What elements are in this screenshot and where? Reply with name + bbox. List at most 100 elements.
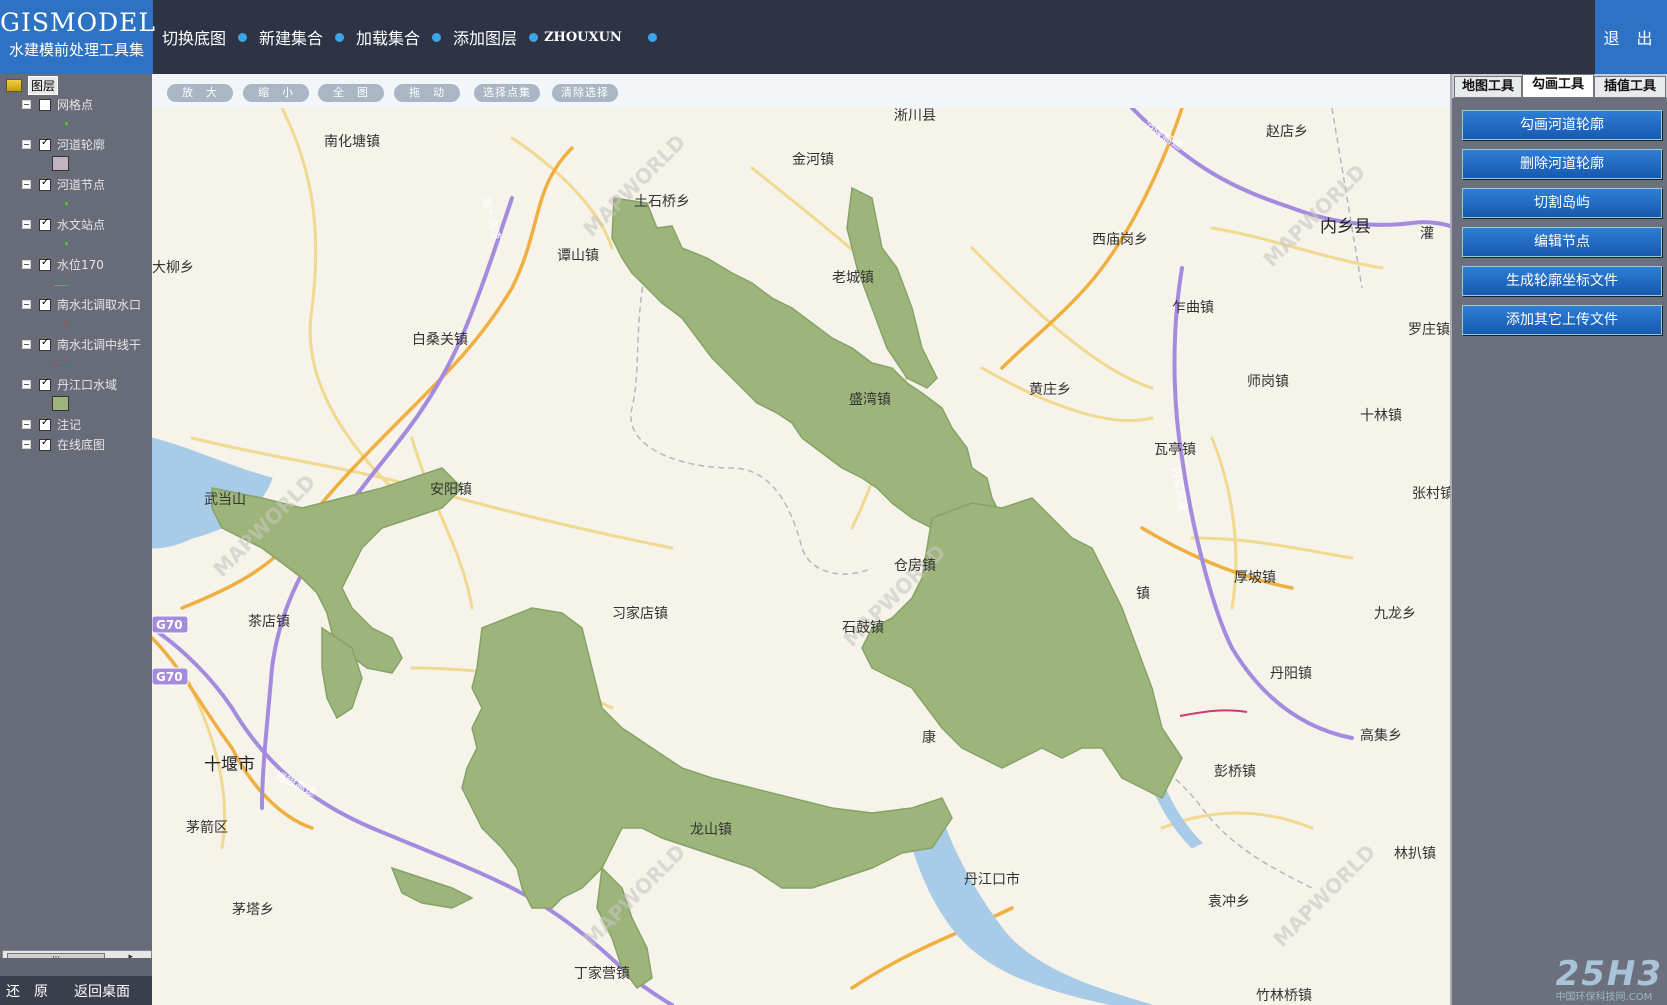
place-label: 彭桥镇 <box>1214 764 1256 780</box>
return-desktop-button[interactable]: 返回桌面 <box>74 981 130 1001</box>
layer-checkbox[interactable] <box>39 257 51 271</box>
full-extent-button[interactable]: 全 图 <box>318 84 384 102</box>
layer-item-canal-line: − 南水北调中线干 <box>22 336 141 353</box>
new-collection-button[interactable]: 新建集合 <box>259 25 323 49</box>
tab-drawing-tools[interactable]: 勾画工具 <box>1522 74 1594 98</box>
place-label: 南化塘镇 <box>324 134 380 150</box>
layer-panel: 图层 − 网格点 − 河道轮廓 − 河道节点 − 水文站点 − 水位170 − … <box>0 74 152 958</box>
clear-selection-button[interactable]: 清除选择 <box>552 84 618 102</box>
nav-separator-dot <box>529 32 539 42</box>
point-symbol-icon <box>65 122 68 125</box>
collapse-icon[interactable]: − <box>22 300 31 309</box>
layer-tree-root-label: 图层 <box>28 76 59 95</box>
place-label: 茶店镇 <box>248 614 290 630</box>
place-label: 赵店乡 <box>1266 124 1308 140</box>
select-points-button[interactable]: 选择点集 <box>474 84 540 102</box>
road-label: 福银高速 <box>273 768 319 799</box>
collapse-icon[interactable]: − <box>22 420 31 429</box>
layer-panel-scrollbar[interactable]: ||| ▸ <box>2 950 152 958</box>
layer-checkbox[interactable] <box>39 137 51 151</box>
layer-checkbox[interactable] <box>39 377 51 391</box>
collapse-icon[interactable]: − <box>22 380 31 389</box>
layer-checkbox[interactable] <box>39 217 51 231</box>
collapse-icon[interactable]: − <box>22 440 31 449</box>
place-label: 茅塔乡 <box>232 902 274 918</box>
place-label: 罗庄镇 <box>1408 321 1450 338</box>
line-symbol-icon <box>54 285 68 286</box>
user-name[interactable]: ZHOUXUN <box>544 30 622 45</box>
layer-tree-root[interactable]: 图层 <box>6 76 59 95</box>
layer-item-online-basemap: − 在线底图 <box>22 436 105 453</box>
switch-basemap-button[interactable]: 切换底图 <box>162 25 226 49</box>
layer-label: 注记 <box>57 418 82 432</box>
layer-label: 河道节点 <box>57 178 106 192</box>
layer-checkbox[interactable] <box>39 177 51 191</box>
restore-button[interactable]: 还 原 <box>6 981 48 1001</box>
layer-label: 水位170 <box>57 258 104 272</box>
zoom-in-button[interactable]: 放 大 <box>167 84 233 102</box>
basemap-canvas[interactable]: MAPWORLD MAPWORLD MAPWORLD MAPWORLD MAPW… <box>152 108 1450 1005</box>
layer-label: 网格点 <box>57 98 94 112</box>
place-label: 师岗镇 <box>1247 374 1289 390</box>
edit-nodes-button[interactable]: 编辑节点 <box>1462 227 1662 257</box>
place-label: 十堰市 <box>204 755 255 775</box>
layer-checkbox[interactable] <box>39 417 51 431</box>
canal-line <box>1179 709 1248 717</box>
zoom-out-button[interactable]: 缩 小 <box>243 84 309 102</box>
place-label: 康 <box>922 729 936 746</box>
layer-item-hydro-stations: − 水文站点 <box>22 216 105 233</box>
app-header: GISMODEL 水建模前处理工具集 切换底图 新建集合 加载集合 添加图层 Z… <box>0 0 1667 74</box>
draw-river-outline-button[interactable]: 勾画河道轮廓 <box>1462 110 1662 140</box>
place-label: 张村镇 <box>1412 486 1450 502</box>
highway-shield: G70 <box>156 670 183 684</box>
layer-checkbox[interactable] <box>39 98 51 111</box>
exit-button[interactable]: 退 出 <box>1595 0 1667 74</box>
collapse-icon[interactable]: − <box>22 340 31 349</box>
nav-separator-dot <box>647 32 657 42</box>
point-symbol-icon <box>65 322 68 325</box>
map-view[interactable]: MAPWORLD MAPWORLD MAPWORLD MAPWORLD MAPW… <box>152 108 1450 1005</box>
place-label: 九龙乡 <box>1374 606 1416 622</box>
place-label: 安阳镇 <box>430 482 472 498</box>
tool-panel: 地图工具 勾画工具 插值工具 勾画河道轮廓 删除河道轮廓 切割岛屿 编辑节点 生… <box>1450 74 1667 1005</box>
scroll-right-icon[interactable]: ▸ <box>128 952 133 958</box>
app-subtitle: 水建模前处理工具集 <box>8 41 144 59</box>
collapse-icon[interactable]: − <box>22 220 31 229</box>
tab-map-tools[interactable]: 地图工具 <box>1454 76 1522 98</box>
collapse-icon[interactable]: − <box>22 100 31 109</box>
generate-coordinate-file-button[interactable]: 生成轮廓坐标文件 <box>1462 266 1662 296</box>
delete-river-outline-button[interactable]: 删除河道轮廓 <box>1462 149 1662 179</box>
place-label: 谭山镇 <box>557 248 599 264</box>
point-symbol-icon <box>65 242 68 245</box>
collapse-icon[interactable]: − <box>22 180 31 189</box>
nav-separator-dot <box>238 32 248 42</box>
polygon-symbol-icon <box>52 156 69 171</box>
tab-interpolation-tools[interactable]: 插值工具 <box>1594 76 1666 98</box>
layers-folder-icon <box>6 79 22 92</box>
layer-checkbox[interactable] <box>39 297 51 311</box>
app-logo: GISMODEL 水建模前处理工具集 <box>0 0 156 74</box>
place-label: 金河镇 <box>792 152 834 168</box>
add-layer-button[interactable]: 添加图层 <box>453 25 517 49</box>
layer-item-water-intake: − 南水北调取水口 <box>22 296 141 313</box>
place-label: 黄庄乡 <box>1029 381 1071 398</box>
layer-label: 南水北调取水口 <box>57 298 142 312</box>
layer-checkbox[interactable] <box>39 437 51 451</box>
collapse-icon[interactable]: − <box>22 140 31 149</box>
layer-checkbox[interactable] <box>39 337 51 351</box>
polygon-symbol-icon <box>52 396 69 411</box>
collapse-icon[interactable]: − <box>22 260 31 269</box>
place-label: 灌 <box>1420 226 1434 242</box>
scrollbar-thumb[interactable]: ||| <box>7 953 105 958</box>
load-collection-button[interactable]: 加载集合 <box>356 25 420 49</box>
pan-button[interactable]: 拖 动 <box>394 84 460 102</box>
place-label: 西庙岗乡 <box>1092 232 1148 248</box>
place-label: 盛湾镇 <box>849 391 891 408</box>
app-title: GISMODEL <box>0 8 156 37</box>
cut-island-button[interactable]: 切割岛屿 <box>1462 188 1662 218</box>
line-symbol-icon <box>54 365 68 366</box>
place-label: 大柳乡 <box>152 259 194 276</box>
place-label: 林扒镇 <box>1394 846 1436 862</box>
site-watermark: 25H3 中国环保科技网.COM <box>1556 954 1663 1003</box>
add-upload-file-button[interactable]: 添加其它上传文件 <box>1462 305 1662 335</box>
